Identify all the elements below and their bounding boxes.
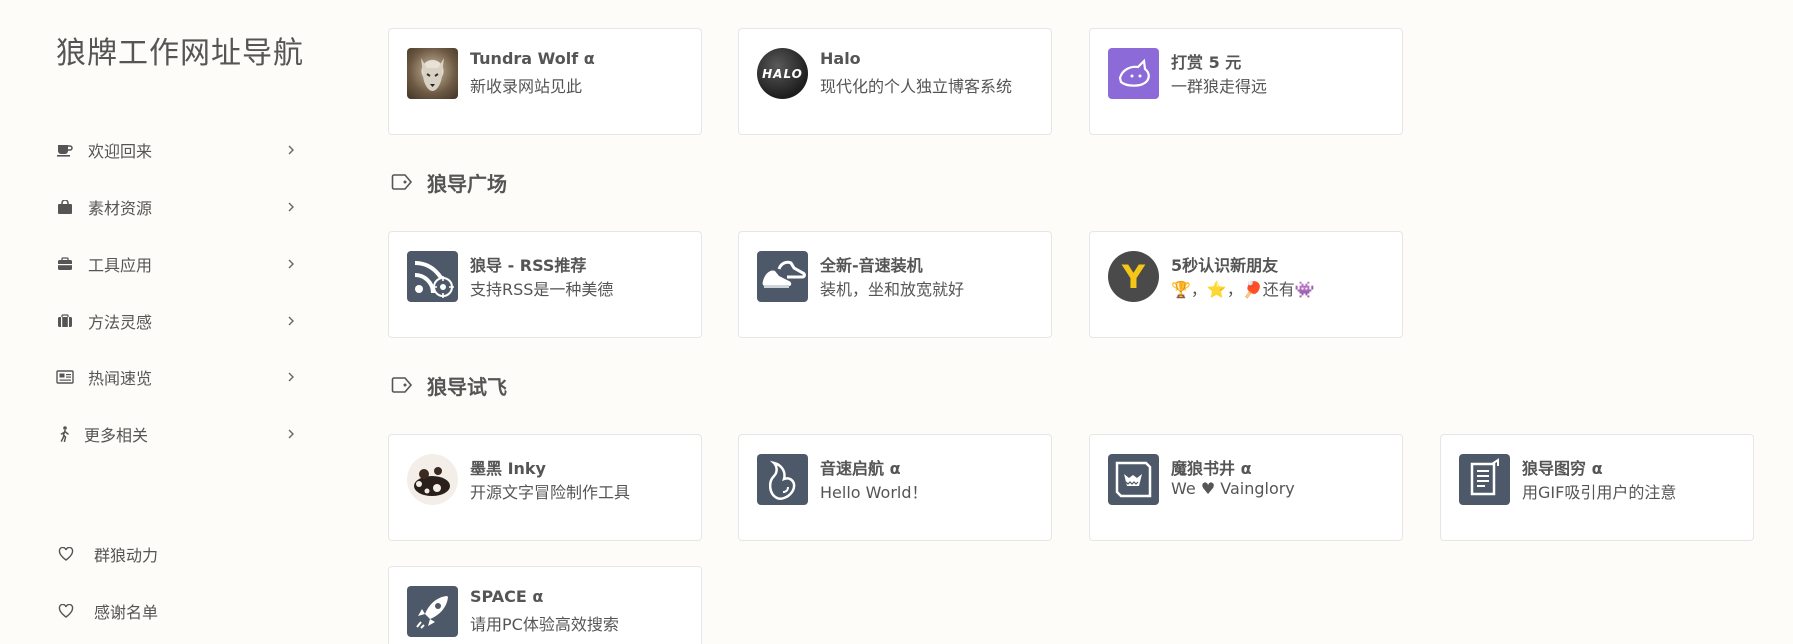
sidebar-footer-label: 感谢名单: [94, 603, 159, 622]
site-card-inky[interactable]: 墨黑 Inky 开源文字冒险制作工具: [388, 434, 702, 541]
card-title: 墨黑 Inky: [470, 459, 546, 478]
card-title: Halo: [820, 49, 861, 68]
chevron-right-icon: [286, 429, 296, 439]
section-header-trial: 狼导试飞: [391, 370, 507, 400]
sidebar-item-welcome[interactable]: 欢迎回来: [56, 133, 296, 167]
card-description: 开源文字冒险制作工具: [470, 483, 631, 502]
rss-icon: [407, 251, 458, 302]
sidebar-item-ideas[interactable]: 方法灵感: [56, 304, 296, 338]
chevron-right-icon: [286, 372, 296, 382]
card-description: 一群狼走得远: [1171, 77, 1268, 96]
card-title: 打赏 5 元: [1171, 53, 1242, 72]
tag-icon: [391, 173, 413, 191]
y-letter-icon: Y: [1108, 251, 1159, 302]
coffee-cup-icon: [56, 141, 74, 159]
site-card-wolf-book[interactable]: 魔狼书井 α We ♥ Vainglory: [1089, 434, 1403, 541]
chevron-right-icon: [286, 145, 296, 155]
suitcase-icon: [56, 312, 74, 330]
rocket-icon: [407, 586, 458, 637]
card-title: 魔狼书井 α: [1171, 459, 1252, 478]
card-description: 新收录网站见此: [470, 77, 583, 96]
sidebar-item-label: 更多相关: [84, 426, 149, 445]
section-title: 狼导广场: [427, 171, 507, 196]
toolbox-icon: [56, 255, 74, 273]
card-title: 狼导图穷 α: [1522, 459, 1603, 478]
site-card-tundra-wolf[interactable]: Tundra Wolf α 新收录网站见此: [388, 28, 702, 135]
sidebar-footer-label: 群狼动力: [94, 546, 159, 565]
sidebar-footer-thanks[interactable]: 感谢名单: [56, 594, 256, 628]
site-card-new-friends[interactable]: Y 5秒认识新朋友 🏆，⭐，🏓还有👾: [1089, 231, 1403, 338]
walking-person-icon: [56, 425, 74, 443]
cat-sticker-icon: [1108, 48, 1159, 99]
site-logo[interactable]: 狼牌工作网址导航: [56, 28, 304, 72]
y-letter-text: Y: [1121, 257, 1146, 296]
monster-book-icon: [1108, 454, 1159, 505]
card-description: 🏆，⭐，🏓还有👾: [1171, 280, 1315, 299]
card-description: Hello World！: [820, 483, 928, 502]
halo-logo-icon: HALO: [757, 48, 808, 99]
site-card-sonic-install[interactable]: 全新-音速装机 装机，坐和放宽就好: [738, 231, 1052, 338]
shopping-bag-icon: [56, 198, 74, 216]
sidebar-item-label: 方法灵感: [88, 313, 153, 332]
newspaper-icon: [56, 368, 74, 386]
fox-tail-icon: [757, 454, 808, 505]
sidebar-item-label: 工具应用: [88, 256, 153, 275]
card-title: Tundra Wolf α: [470, 49, 595, 68]
inky-splash-icon: [407, 454, 458, 505]
chevron-right-icon: [286, 259, 296, 269]
site-card-halo[interactable]: HALO Halo 现代化的个人独立博客系统: [738, 28, 1052, 135]
card-title: 5秒认识新朋友: [1171, 256, 1279, 275]
card-description: 请用PC体验高效搜索: [470, 615, 619, 634]
chevron-right-icon: [286, 316, 296, 326]
card-title: 全新-音速装机: [820, 256, 923, 275]
sidebar-footer-power[interactable]: 群狼动力: [56, 537, 256, 571]
wolf-photo-icon: [407, 48, 458, 99]
site-card-sonic-launch[interactable]: 音速启航 α Hello World！: [738, 434, 1052, 541]
card-title: 音速启航 α: [820, 459, 901, 478]
sidebar-item-resources[interactable]: 素材资源: [56, 190, 296, 224]
card-description: 装机，坐和放宽就好: [820, 280, 965, 299]
card-description: 用GIF吸引用户的注意: [1522, 483, 1677, 502]
sidebar-item-news[interactable]: 热闻速览: [56, 360, 296, 394]
card-title: SPACE α: [470, 587, 544, 606]
site-card-rss[interactable]: 狼导 - RSS推荐 支持RSS是一种美德: [388, 231, 702, 338]
card-description: 现代化的个人独立博客系统: [820, 77, 1013, 96]
site-card-wolf-gif[interactable]: 狼导图穷 α 用GIF吸引用户的注意: [1440, 434, 1754, 541]
heart-outline-icon: [56, 544, 76, 564]
site-card-space[interactable]: SPACE α 请用PC体验高效搜索: [388, 566, 702, 644]
sidebar: 狼牌工作网址导航 欢迎回来 素材资源 工具应用 方法灵感 热闻速览 更多相关 群…: [0, 0, 330, 644]
scroll-document-icon: [1459, 454, 1510, 505]
section-header-square: 狼导广场: [391, 167, 507, 197]
sneakers-icon: [757, 251, 808, 302]
sidebar-item-label: 素材资源: [88, 199, 153, 218]
site-card-donate[interactable]: 打赏 5 元 一群狼走得远: [1089, 28, 1403, 135]
tag-icon: [391, 376, 413, 394]
sidebar-item-more[interactable]: 更多相关: [56, 417, 296, 451]
card-description: We ♥ Vainglory: [1171, 479, 1295, 498]
card-description: 支持RSS是一种美德: [470, 280, 614, 299]
sidebar-item-tools[interactable]: 工具应用: [56, 247, 296, 281]
card-title: 狼导 - RSS推荐: [470, 256, 587, 275]
halo-logo-text: HALO: [762, 66, 803, 81]
section-title: 狼导试飞: [427, 374, 507, 399]
sidebar-item-label: 热闻速览: [88, 369, 153, 388]
heart-outline-icon: [56, 601, 76, 621]
sidebar-item-label: 欢迎回来: [88, 142, 153, 161]
chevron-right-icon: [286, 202, 296, 212]
